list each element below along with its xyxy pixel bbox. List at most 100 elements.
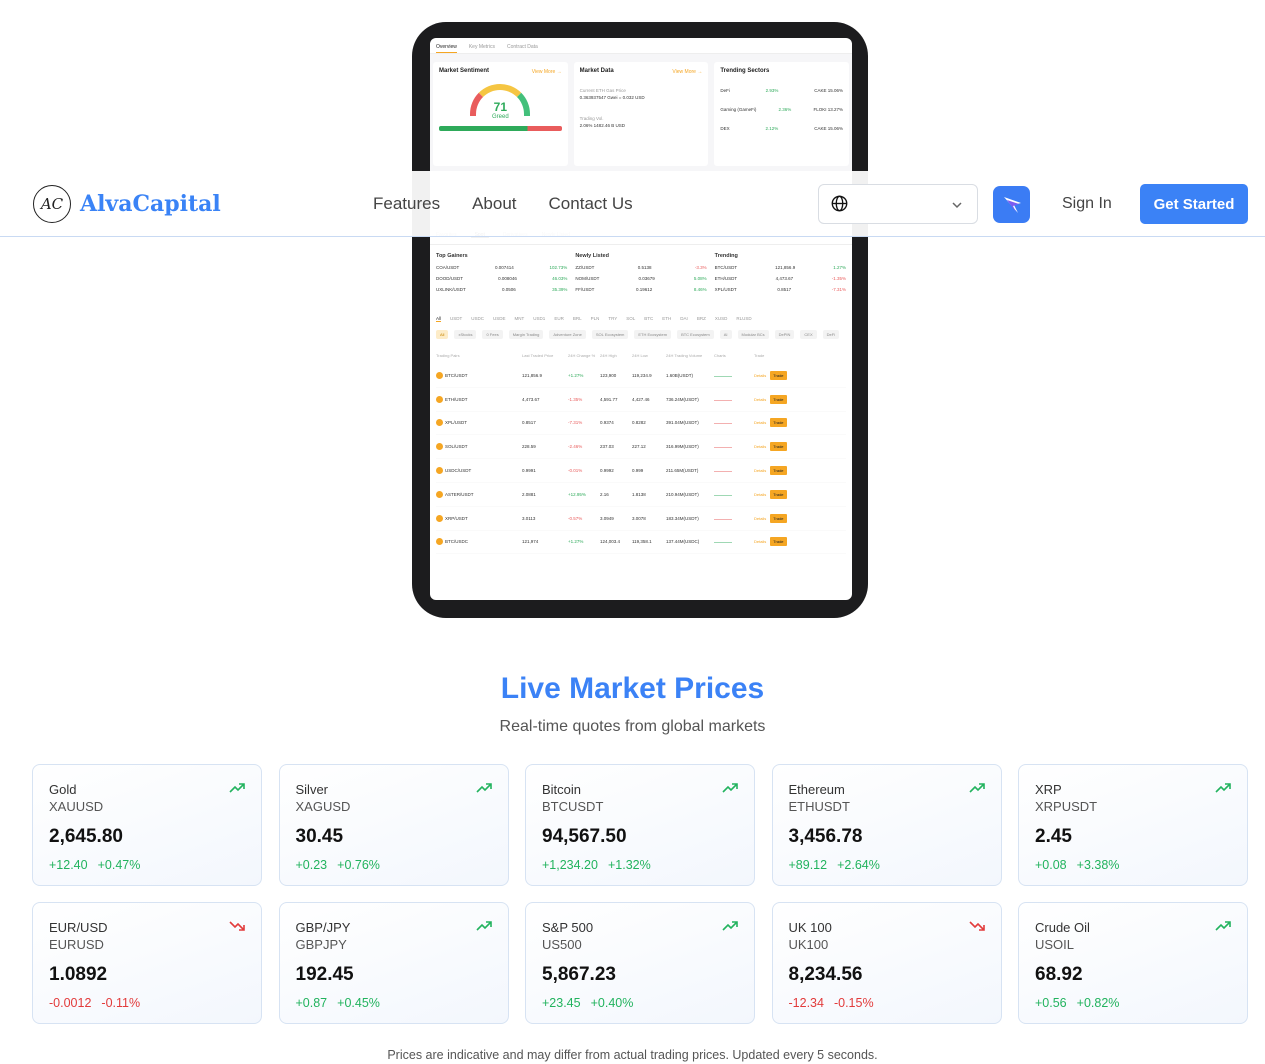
price-card[interactable]: Gold XAUUSD 2,645.80 +12.40 +0.47%	[32, 764, 262, 886]
instrument-price: 30.45	[295, 826, 344, 847]
last-price: 121,856.9	[522, 372, 543, 378]
instrument-symbol: ETHUSDT	[788, 799, 850, 814]
pair: ZZ/USDT	[575, 265, 595, 270]
change-value: +0.56	[1035, 996, 1067, 1010]
price: 0.8517	[777, 287, 792, 292]
pair: FF/USDT	[575, 287, 595, 292]
last-price: 4,473.67	[522, 396, 540, 402]
trend-up-icon	[1215, 783, 1231, 793]
app-launcher-button[interactable]	[993, 186, 1030, 223]
coin-icon	[436, 371, 443, 379]
category-chip: 0 Fees	[482, 330, 503, 339]
change-percent: -0.11%	[101, 996, 141, 1010]
volume: 736.24M(USDT)	[666, 396, 699, 402]
change-percent: +2.64%	[837, 858, 880, 872]
sector-row: Gaming (GameFi) 2.36% FLOKI 13.27%	[720, 107, 843, 112]
sparkline	[714, 492, 732, 496]
quote-filter: USDC	[471, 316, 485, 321]
change-value: +0.08	[1035, 858, 1067, 872]
price-card[interactable]: Silver XAGUSD 30.45 +0.23 +0.76%	[278, 764, 509, 886]
change-percent: +0.40%	[590, 996, 634, 1010]
price-card[interactable]: UK 100 UK100 8,234.56 -12.34 -0.15%	[771, 902, 1002, 1024]
high: 0.9374	[600, 420, 614, 426]
nav-link-contact[interactable]: Contact Us	[549, 194, 633, 214]
quote-filter: BRZ	[696, 316, 706, 321]
get-started-button[interactable]: Get Started	[1140, 184, 1248, 224]
pair-cell: BTC/USDC	[436, 538, 522, 546]
price: 0.008046	[498, 276, 517, 281]
change-value: +23.45	[542, 996, 581, 1010]
table-row: XRP/USDT 3.0113 -0.57% 3.0949 3.0078 183.34M(…	[436, 507, 846, 531]
list-item: ETH/USDT 4,473.67 -1.35%	[715, 276, 846, 281]
price-card[interactable]: S&P 500 US500 5,867.23 +23.45 +0.40%	[525, 902, 755, 1024]
brand-logo[interactable]: AC AlvaCapital	[33, 185, 221, 223]
nav-link-about[interactable]: About	[472, 194, 516, 214]
price-change: +12.40 +0.47%	[49, 858, 245, 872]
change-percent: +3.38%	[1076, 858, 1120, 872]
quote-filter: PLN	[590, 316, 600, 321]
sector-name: DEX	[720, 126, 730, 131]
table-row: BTC/USDC 121,974 +1.27% 124,003.4 119,358.1 1…	[436, 531, 846, 555]
price-card[interactable]: Ethereum ETHUSDT 3,456.78 +89.12 +2.64%	[771, 764, 1002, 886]
sparkline	[714, 397, 732, 401]
price-card[interactable]: EUR/USD EURUSD 1.0892 -0.0012 -0.11%	[32, 902, 262, 1024]
instrument-symbol: XAGUSD	[295, 799, 351, 814]
change-value: +89.12	[788, 858, 828, 872]
sparkline	[714, 468, 732, 473]
sector-name: Gaming (GameFi)	[720, 107, 757, 112]
price-card[interactable]: XRP XRPUSDT 2.45 +0.08 +3.38%	[1018, 764, 1248, 886]
trend-up-icon	[968, 783, 985, 793]
category-chip: CEX	[800, 330, 817, 339]
trend-up-icon	[475, 783, 492, 793]
last-price: 228.59	[522, 444, 536, 450]
volume: 211.65M(USDT)	[666, 468, 699, 474]
language-select[interactable]	[818, 184, 978, 224]
details-link: Details	[754, 515, 767, 521]
nav-link-features[interactable]: Features	[373, 194, 440, 214]
price-change: +0.56 +0.82%	[1035, 996, 1231, 1010]
list-title: Newly Listed	[575, 253, 609, 259]
high: 123,900	[600, 372, 617, 378]
quote-filter: ETH	[662, 316, 672, 321]
instrument-price: 94,567.50	[542, 826, 627, 847]
top-gainers-list: Top Gainers COA/USDT 0.007414 102.73% DOOD…	[436, 253, 567, 298]
change-percent: +0.47%	[97, 858, 141, 872]
trend-up-icon	[722, 783, 738, 793]
coin-icon	[436, 443, 443, 451]
details-link: Details	[754, 396, 767, 402]
pair-name: BTC/USDC	[445, 539, 469, 545]
price-card[interactable]: Bitcoin BTCUSDT 94,567.50 +1,234.20 +1.32%	[525, 764, 755, 886]
sign-in-link[interactable]: Sign In	[1062, 195, 1112, 213]
sector-change: 2.36%	[778, 107, 792, 112]
quote-filter: RLUSD	[736, 316, 752, 321]
volume: 210.94M(USDT)	[666, 491, 699, 497]
price-card[interactable]: Crude Oil USOIL 68.92 +0.56 +0.82%	[1018, 902, 1248, 1024]
last-price: 0.9991	[522, 468, 536, 474]
sparkline-cell	[714, 468, 754, 473]
pair: UXLINK/USDT	[436, 287, 466, 292]
volume: 391.04M(USDT)	[666, 420, 699, 426]
instrument-symbol: XAUUSD	[49, 799, 104, 814]
table-row: XPL/USDT 0.8517 -7.31% 0.9374 0.8282 391.04M(…	[436, 412, 846, 436]
sector-change: 2.93%	[765, 88, 779, 93]
tablet-tab: Contract Data	[506, 44, 538, 50]
price-card[interactable]: GBP/JPY GBPJPY 192.45 +0.87 +0.45%	[278, 902, 509, 1024]
sector-top: CAKE 15.06%	[814, 88, 843, 93]
category-chip: Margin Trading	[508, 330, 544, 339]
pair: COA/USDT	[436, 265, 460, 270]
instrument-name: S&P 500	[542, 920, 594, 935]
th: 24H Change %	[568, 353, 596, 358]
change-percent: +0.76%	[337, 858, 380, 872]
trend-up-icon	[1215, 921, 1231, 931]
pair-name: ASTER/USDT	[445, 491, 474, 497]
list-item: XPL/USDT 0.8517 -7.31%	[715, 287, 846, 292]
section-subtitle: Real-time quotes from global markets	[499, 718, 766, 735]
price: 0.19612	[635, 287, 653, 292]
high: 4,591.77	[600, 396, 618, 402]
tablet-tabs: Overview Key Metrics Contract Data	[430, 38, 852, 54]
instrument-symbol: UK100	[788, 937, 829, 952]
vol-value: 2.06% 1482.46 B USD	[579, 123, 625, 128]
change: -7.31%	[831, 287, 846, 292]
sparkline-cell	[714, 516, 754, 521]
price-change: +0.87 +0.45%	[296, 996, 492, 1010]
